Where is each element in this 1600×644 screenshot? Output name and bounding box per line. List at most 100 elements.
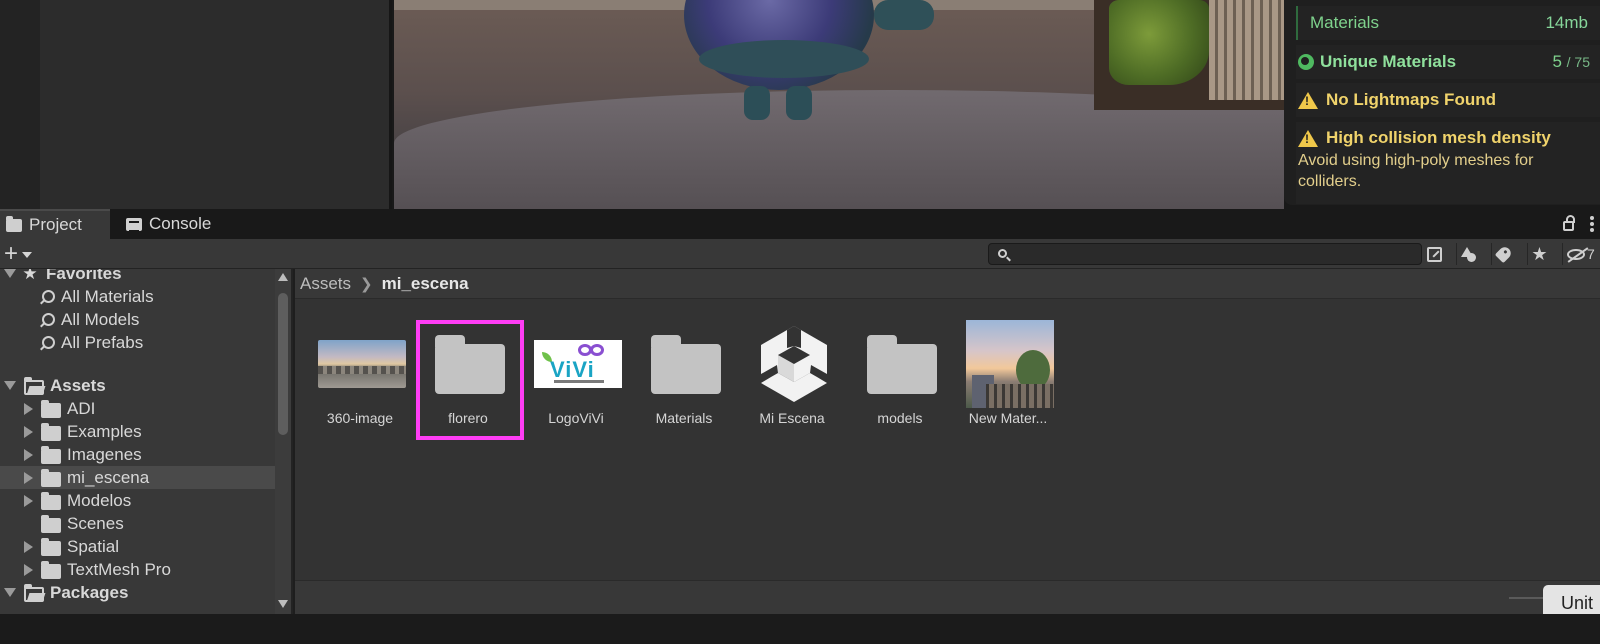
toggle-hidden-packages-button[interactable]: 7 bbox=[1562, 243, 1600, 265]
folder-icon bbox=[41, 560, 61, 579]
chevron-right-icon[interactable] bbox=[24, 540, 33, 553]
asset-models[interactable]: models bbox=[847, 314, 953, 429]
character-leg bbox=[786, 86, 812, 120]
warning-collision-density: High collision mesh density Avoid using … bbox=[1296, 122, 1600, 204]
stat-unique-max: / 75 bbox=[1566, 54, 1590, 70]
more-options-icon[interactable] bbox=[1590, 214, 1594, 234]
hierarchy-panel bbox=[40, 0, 392, 209]
search-by-label-button[interactable] bbox=[1491, 243, 1515, 265]
tree-item-modelos[interactable]: Modelos bbox=[0, 489, 275, 512]
eye-hidden-icon bbox=[1567, 248, 1585, 260]
chevron-right-icon[interactable] bbox=[24, 402, 33, 415]
chevron-right-icon[interactable] bbox=[24, 494, 33, 507]
search-field[interactable] bbox=[988, 243, 1422, 265]
folder-icon bbox=[41, 399, 61, 418]
asset-status-bar: Unit bbox=[295, 580, 1600, 621]
search-icon bbox=[42, 290, 55, 303]
folder-icon bbox=[41, 422, 61, 441]
create-asset-button[interactable]: + bbox=[4, 240, 33, 267]
character-leg bbox=[744, 86, 770, 120]
unity-scene-icon bbox=[761, 326, 827, 402]
tree-item-examples[interactable]: Examples bbox=[0, 420, 275, 443]
chevron-down-icon bbox=[22, 252, 33, 258]
chevron-right-icon[interactable] bbox=[24, 448, 33, 461]
stat-unique-value: 5 / 75 bbox=[1552, 52, 1590, 72]
console-icon bbox=[126, 217, 142, 232]
shapes-icon bbox=[1461, 246, 1476, 262]
scene-view[interactable] bbox=[394, 0, 1284, 209]
save-search-button[interactable]: ★ bbox=[1527, 243, 1551, 265]
tree-favorites[interactable]: ★ Favorites bbox=[0, 269, 275, 285]
search-input[interactable] bbox=[1015, 244, 1415, 264]
warning-description: Avoid using high-poly meshes for collide… bbox=[1298, 152, 1534, 190]
asset-name: LogoViVi bbox=[548, 410, 604, 426]
warning-title: High collision mesh density bbox=[1326, 128, 1551, 147]
left-panel-dark bbox=[0, 0, 40, 209]
asset-browser: Assets ❯ mi_escena 360-image florero ViV… bbox=[295, 269, 1600, 621]
chevron-down-icon[interactable] bbox=[4, 588, 16, 597]
logo-thumbnail: ViVi bbox=[534, 340, 622, 388]
asset-materials[interactable]: Materials bbox=[631, 314, 737, 429]
tab-console[interactable]: Console bbox=[120, 209, 240, 239]
folder-open-icon bbox=[24, 583, 44, 602]
asset-new-material[interactable]: New Mater... bbox=[955, 314, 1061, 429]
scene-plant bbox=[1109, 0, 1209, 85]
status-ok-icon bbox=[1298, 54, 1314, 70]
search-icon bbox=[42, 336, 55, 349]
tab-console-label: Console bbox=[149, 214, 212, 233]
folder-icon bbox=[867, 335, 937, 394]
search-by-type-button[interactable] bbox=[1456, 243, 1480, 265]
warning-title: No Lightmaps Found bbox=[1326, 90, 1496, 109]
folder-icon bbox=[41, 491, 61, 510]
tree-item-spatial[interactable]: Spatial bbox=[0, 535, 275, 558]
tree-packages[interactable]: Packages bbox=[0, 581, 275, 604]
folder-icon bbox=[41, 537, 61, 556]
tree-assets[interactable]: Assets bbox=[0, 374, 275, 397]
folder-icon bbox=[6, 215, 22, 232]
photo-thumbnail bbox=[966, 320, 1054, 408]
chevron-down-icon[interactable] bbox=[4, 269, 16, 278]
chevron-right-icon[interactable] bbox=[24, 425, 33, 438]
folder-icon bbox=[41, 514, 61, 533]
project-toolbar: + ★ 7 bbox=[0, 239, 1600, 269]
lock-icon[interactable] bbox=[1563, 215, 1575, 231]
tab-project[interactable]: Project bbox=[0, 209, 110, 239]
scene-region: Materials 14mb Unique Materials 5 / 75 N… bbox=[0, 0, 1600, 209]
tree-scrollbar[interactable] bbox=[275, 269, 291, 614]
asset-logovivi[interactable]: ViVi LogoViVi bbox=[523, 314, 629, 429]
chevron-right-icon[interactable] bbox=[24, 563, 33, 576]
character-belt bbox=[699, 40, 869, 78]
tree-item-adi[interactable]: ADI bbox=[0, 397, 275, 420]
character-arm bbox=[874, 0, 934, 30]
asset-name: 360-image bbox=[326, 410, 394, 426]
chevron-right-icon[interactable] bbox=[24, 471, 33, 484]
tree-item-mi-escena[interactable]: mi_escena bbox=[0, 466, 275, 489]
scroll-up-icon[interactable] bbox=[278, 273, 288, 281]
folder-icon bbox=[651, 335, 721, 394]
scroll-down-icon[interactable] bbox=[278, 600, 288, 608]
folder-open-icon bbox=[24, 376, 44, 395]
breadcrumb-assets[interactable]: Assets bbox=[300, 274, 351, 294]
open-search-window-button[interactable] bbox=[1422, 243, 1446, 265]
plus-icon: + bbox=[4, 240, 19, 267]
external-window-icon bbox=[1426, 246, 1442, 262]
stat-unique-materials: Unique Materials 5 / 75 bbox=[1296, 45, 1600, 79]
tree-item-textmesh-pro[interactable]: TextMesh Pro bbox=[0, 558, 275, 581]
search-icon bbox=[998, 249, 1007, 258]
tag-icon bbox=[1494, 244, 1513, 264]
scroll-thumb[interactable] bbox=[278, 293, 288, 435]
tree-item-all-prefabs[interactable]: All Prefabs bbox=[0, 331, 275, 354]
tree-item-imagenes[interactable]: Imagenes bbox=[0, 443, 275, 466]
breadcrumb-current[interactable]: mi_escena bbox=[382, 274, 469, 294]
stat-materials-value: 14mb bbox=[1545, 13, 1588, 32]
asset-mi-escena[interactable]: Mi Escena bbox=[739, 314, 845, 429]
tree-item-all-models[interactable]: All Models bbox=[0, 308, 275, 331]
tree-item-scenes[interactable]: Scenes bbox=[0, 512, 275, 535]
chevron-down-icon[interactable] bbox=[4, 381, 16, 390]
asset-360-image[interactable]: 360-image bbox=[307, 314, 413, 429]
stat-unique-label: Unique Materials bbox=[1320, 52, 1457, 71]
unity-editor: Materials 14mb Unique Materials 5 / 75 N… bbox=[0, 0, 1600, 644]
tree-item-all-materials[interactable]: All Materials bbox=[0, 285, 275, 308]
asset-grid: 360-image florero ViVi LogoViVi Material… bbox=[295, 300, 1600, 580]
warning-no-lightmaps: No Lightmaps Found bbox=[1296, 83, 1600, 117]
